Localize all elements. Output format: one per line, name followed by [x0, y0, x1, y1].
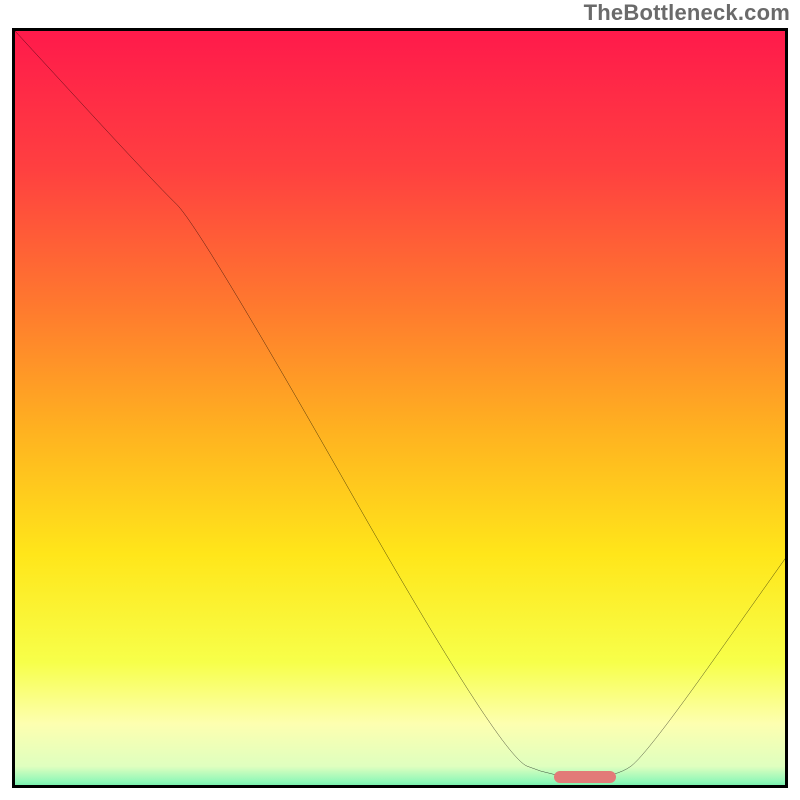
bottleneck-curve — [15, 31, 785, 785]
chart-container: TheBottleneck.com — [0, 0, 800, 800]
plot-area — [12, 28, 788, 788]
watermark-text: TheBottleneck.com — [584, 0, 790, 26]
optimal-range-marker — [554, 771, 616, 783]
